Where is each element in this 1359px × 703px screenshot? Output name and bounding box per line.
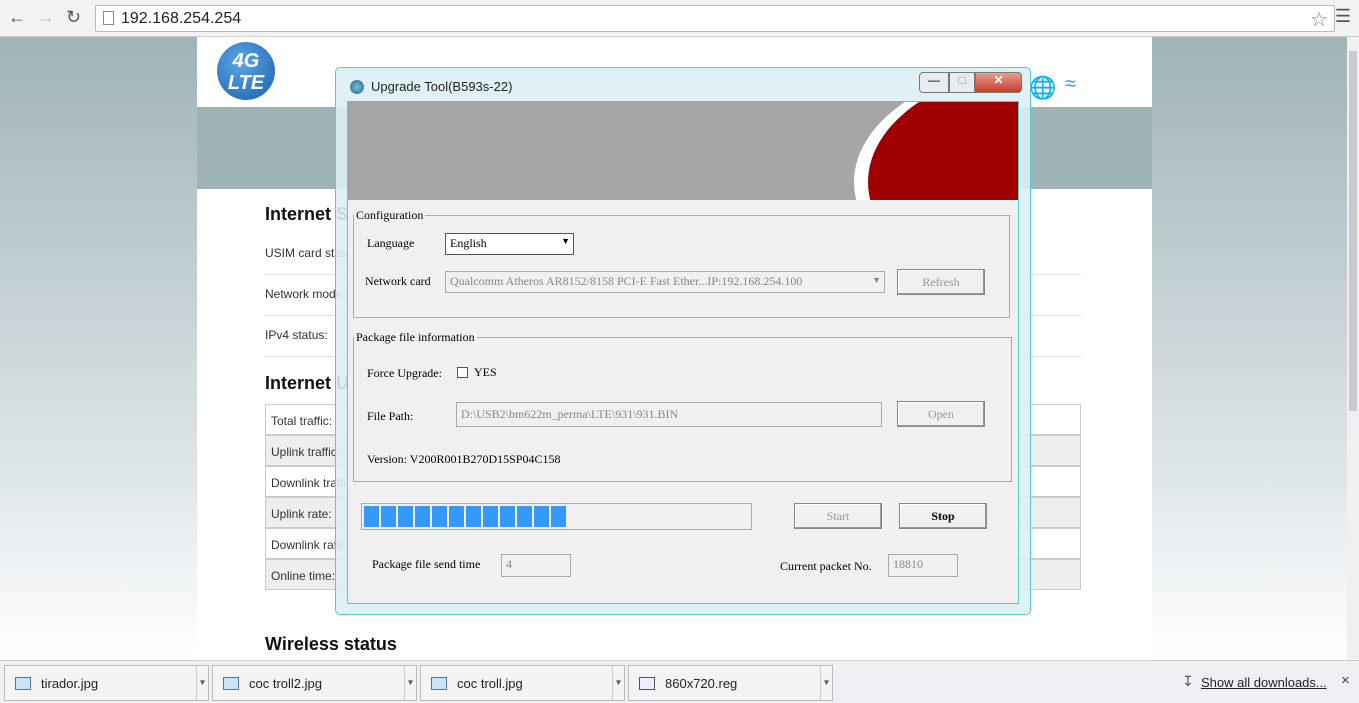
upgrade-tool-dialog: Upgrade Tool(B593s-22) — □ ✕ Configurati… xyxy=(335,67,1031,615)
wifi-icon[interactable]: ≈ xyxy=(1065,73,1076,96)
download-name: tirador.jpg xyxy=(41,676,99,691)
chevron-down-icon[interactable]: ▼ xyxy=(404,666,416,700)
network-card-select[interactable]: Qualcomm Atheros AR8152/8158 PCI-E Fast … xyxy=(445,271,885,293)
progress-block xyxy=(551,506,566,527)
packet-label: Current packet No. xyxy=(780,559,872,573)
download-name: coc troll.jpg xyxy=(457,676,523,691)
globe-lte-logo: 4G LTE xyxy=(217,42,275,100)
chevron-down-icon[interactable]: ▼ xyxy=(612,666,624,700)
reload-icon[interactable]: ↻ xyxy=(66,7,81,28)
maximize-button[interactable]: □ xyxy=(949,72,975,93)
progress-block xyxy=(449,506,464,527)
bookmark-star-icon[interactable]: ☆ xyxy=(1310,7,1328,32)
close-button[interactable]: ✕ xyxy=(975,72,1022,93)
force-upgrade-label: Force Upgrade: xyxy=(367,366,442,380)
file-path-input[interactable]: D:\USB2\bm622m_perma\LTE\931\931.BIN xyxy=(456,402,882,427)
start-button[interactable]: Start xyxy=(794,503,882,529)
page-icon xyxy=(103,11,114,25)
language-globe-icon[interactable]: 🌐 xyxy=(1029,75,1056,101)
packet-field: 18810 xyxy=(888,554,958,577)
address-bar[interactable]: 192.168.254.254 ☆ xyxy=(95,5,1335,32)
browser-toolbar: ← → ↻ 192.168.254.254 ☆ ☰ xyxy=(0,0,1359,37)
header-graphic xyxy=(348,102,1018,200)
open-button[interactable]: Open xyxy=(897,401,985,427)
language-value: English xyxy=(450,236,487,250)
forward-icon[interactable]: → xyxy=(37,7,55,28)
app-globe-icon xyxy=(350,80,364,94)
download-name: 860x720.reg xyxy=(665,676,738,691)
registry-file-icon xyxy=(639,677,655,690)
stop-button[interactable]: Stop xyxy=(899,503,987,529)
image-file-icon xyxy=(15,677,31,690)
package-info-legend: Package file information xyxy=(356,330,475,344)
network-card-value: Qualcomm Atheros AR8152/8158 PCI-E Fast … xyxy=(450,274,803,288)
progress-block xyxy=(534,506,549,527)
progress-block xyxy=(415,506,430,527)
downloads-bar: tirador.jpg ▼ coc troll2.jpg ▼ coc troll.j… xyxy=(0,660,1359,703)
close-downloads-icon[interactable]: × xyxy=(1341,672,1350,689)
minimize-button[interactable]: — xyxy=(919,72,949,93)
url-text[interactable]: 192.168.254.254 xyxy=(121,10,241,28)
chevron-down-icon: ▼ xyxy=(872,275,881,285)
force-upgrade-option: YES xyxy=(474,365,497,379)
version-text: Version: V200R001B270D15SP04C158 xyxy=(367,452,561,466)
image-file-icon xyxy=(431,677,447,690)
download-name: coc troll2.jpg xyxy=(249,676,322,691)
send-time-field: 4 xyxy=(501,554,571,577)
download-item[interactable]: tirador.jpg ▼ xyxy=(4,665,209,701)
back-icon[interactable]: ← xyxy=(8,7,26,28)
progress-block xyxy=(483,506,498,527)
progress-block xyxy=(432,506,447,527)
download-item[interactable]: 860x720.reg ▼ xyxy=(628,665,833,701)
progress-block xyxy=(398,506,413,527)
configuration-group: Configuration xyxy=(353,208,1010,318)
upload-progress-bar xyxy=(361,503,752,530)
chevron-down-icon[interactable]: ▼ xyxy=(820,666,832,700)
scrollbar-thumb[interactable] xyxy=(1349,51,1357,411)
progress-block xyxy=(364,506,379,527)
chevron-down-icon: ▼ xyxy=(561,236,570,246)
download-item[interactable]: coc troll2.jpg ▼ xyxy=(212,665,417,701)
progress-block xyxy=(466,506,481,527)
force-upgrade-checkbox[interactable] xyxy=(457,367,468,378)
menu-icon[interactable]: ☰ xyxy=(1335,6,1351,27)
progress-block xyxy=(381,506,396,527)
language-label: Language xyxy=(367,236,415,250)
scrollbar[interactable] xyxy=(1347,37,1359,660)
network-card-label: Network card xyxy=(365,274,431,288)
dialog-body: Configuration Language English ▼ Network … xyxy=(347,101,1019,604)
file-path-label: File Path: xyxy=(367,409,414,423)
wireless-status-title: Wireless status xyxy=(265,634,397,654)
chevron-down-icon[interactable]: ▼ xyxy=(196,666,208,700)
download-arrow-icon: ↧ xyxy=(1182,673,1194,689)
progress-block xyxy=(517,506,532,527)
dialog-title: Upgrade Tool(B593s-22) xyxy=(371,79,513,94)
download-item[interactable]: coc troll.jpg ▼ xyxy=(420,665,625,701)
refresh-button[interactable]: Refresh xyxy=(897,269,985,295)
configuration-legend: Configuration xyxy=(356,208,424,222)
progress-block xyxy=(500,506,515,527)
language-select[interactable]: English ▼ xyxy=(445,233,574,255)
show-all-downloads-link[interactable]: Show all downloads... xyxy=(1201,675,1327,690)
send-time-label: Package file send time xyxy=(372,557,481,571)
image-file-icon xyxy=(223,677,239,690)
